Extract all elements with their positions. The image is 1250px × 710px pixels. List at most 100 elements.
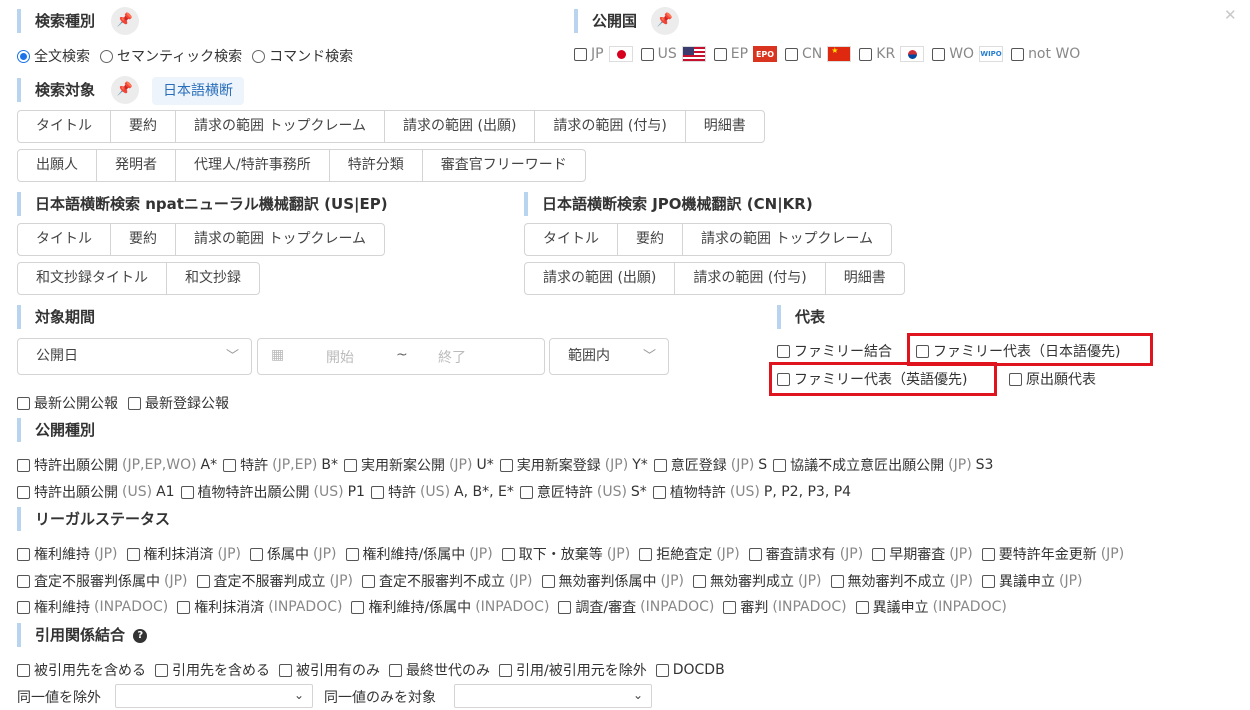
checkbox[interactable] [713, 47, 727, 61]
legal-status-checkbox[interactable]: 拒絶査定 (JP) [639, 544, 740, 564]
checkbox[interactable] [652, 485, 666, 499]
npat-field-button[interactable]: 和文抄録 [167, 263, 259, 294]
checkbox[interactable] [773, 458, 787, 472]
legal-status-checkbox[interactable]: 査定不服審判成立 (JP) [196, 571, 353, 591]
pub-type-checkbox[interactable]: 実用新案登録 (JP) Y* [499, 455, 648, 475]
legal-status-checkbox[interactable]: 調査/審査 (INPADOC) [558, 597, 714, 617]
radio-button[interactable] [100, 49, 113, 63]
checkbox[interactable] [17, 663, 30, 677]
checkbox[interactable] [723, 600, 737, 614]
pub-type-checkbox[interactable]: 実用新案公開 (JP) U* [343, 455, 494, 475]
checkbox[interactable] [519, 485, 533, 499]
pub-type-checkbox[interactable]: 植物特許出願公開 (US) P1 [180, 482, 365, 502]
checkbox[interactable] [351, 600, 365, 614]
checkbox[interactable] [574, 47, 587, 61]
legal-status-checkbox[interactable]: 権利抹消済 (INPADOC) [177, 597, 342, 617]
family-merge-checkbox[interactable]: ファミリー結合 [777, 341, 892, 361]
citation-checkbox[interactable]: 被引用先を含める [17, 660, 146, 680]
legal-status-checkbox[interactable]: 権利維持 (JP) [17, 544, 118, 564]
country-checkbox-us[interactable]: US [640, 46, 706, 62]
latest-pub-checkbox[interactable]: 最新公開公報 [17, 393, 118, 413]
exclude-same-select[interactable]: ⌄ [115, 684, 313, 708]
country-checkbox-wo[interactable]: WO WIPO [932, 46, 1004, 62]
country-checkbox-kr[interactable]: KR [859, 46, 925, 62]
checkbox[interactable] [177, 600, 191, 614]
legal-status-checkbox[interactable]: 審判 (INPADOC) [723, 597, 847, 617]
latest-reg-checkbox[interactable]: 最新登録公報 [128, 393, 229, 413]
jpo-field-button[interactable]: 要約 [618, 224, 683, 255]
checkbox[interactable] [932, 47, 946, 61]
japanese-cross-tag[interactable]: 日本語横断 [152, 77, 244, 105]
family-rep-en-checkbox[interactable]: ファミリー代表（英語優先) [777, 369, 967, 389]
checkbox[interactable] [653, 458, 667, 472]
help-icon[interactable]: ? [133, 628, 148, 643]
start-date-input[interactable]: 開始 [326, 347, 354, 367]
checkbox[interactable] [362, 574, 375, 588]
legal-status-checkbox[interactable]: 権利維持/係属中 (INPADOC) [351, 597, 549, 617]
country-checkbox-not-wo[interactable]: not WO [1011, 46, 1080, 62]
country-checkbox-ep[interactable]: EP EPO [713, 46, 778, 62]
target-field-button[interactable]: 特許分類 [330, 150, 423, 181]
legal-status-checkbox[interactable]: 異議申立 (JP) [982, 571, 1083, 591]
legal-status-checkbox[interactable]: 権利維持 (INPADOC) [17, 597, 168, 617]
pub-type-checkbox[interactable]: 意匠特許 (US) S* [519, 482, 647, 502]
checkbox[interactable] [558, 600, 572, 614]
checkbox[interactable] [126, 547, 140, 561]
checkbox[interactable] [855, 600, 869, 614]
pub-type-checkbox[interactable]: 特許出願公開 (JP,EP,WO) A* [17, 455, 217, 475]
checkbox[interactable] [655, 663, 669, 677]
legal-status-checkbox[interactable]: 査定不服審判係属中 (JP) [17, 571, 188, 591]
target-field-button[interactable]: 代理人/特許事務所 [176, 150, 330, 181]
checkbox[interactable] [250, 547, 263, 561]
checkbox[interactable] [223, 458, 237, 472]
checkbox[interactable] [872, 547, 886, 561]
npat-field-button[interactable]: タイトル [18, 224, 111, 255]
target-field-button[interactable]: 請求の範囲 (出願) [385, 111, 536, 142]
date-range-input[interactable]: ▦ 開始 ~ 終了 [257, 338, 545, 375]
search-type-radio[interactable]: セマンティック検索 [100, 46, 242, 66]
checkbox[interactable] [17, 485, 30, 499]
citation-checkbox[interactable]: 引用先を含める [155, 660, 270, 680]
checkbox[interactable] [830, 574, 844, 588]
npat-field-button[interactable]: 和文抄録タイトル [18, 263, 167, 294]
jpo-field-button[interactable]: 請求の範囲 (出願) [525, 263, 676, 294]
checkbox[interactable] [180, 485, 194, 499]
checkbox[interactable] [17, 574, 30, 588]
checkbox[interactable] [982, 574, 995, 588]
checkbox[interactable] [499, 663, 512, 677]
country-checkbox-cn[interactable]: CN [785, 46, 852, 62]
target-field-button[interactable]: 要約 [111, 111, 176, 142]
pub-type-checkbox[interactable]: 特許出願公開 (US) A1 [17, 482, 175, 502]
checkbox[interactable] [1011, 47, 1025, 61]
legal-status-checkbox[interactable]: 早期審査 (JP) [872, 544, 973, 564]
legal-status-checkbox[interactable]: 査定不服審判不成立 (JP) [362, 571, 533, 591]
jpo-field-button[interactable]: 明細書 [826, 263, 904, 294]
target-field-button[interactable]: タイトル [18, 111, 111, 142]
only-same-select[interactable]: ⌄ [454, 684, 652, 708]
close-icon[interactable]: ✕ [1224, 6, 1237, 24]
citation-checkbox[interactable]: 被引用有のみ [279, 660, 380, 680]
checkbox[interactable] [981, 547, 995, 561]
legal-status-checkbox[interactable]: 取下・放棄等 (JP) [501, 544, 630, 564]
country-checkbox-jp[interactable]: JP [574, 46, 633, 62]
radio-button[interactable] [252, 49, 266, 63]
target-field-button[interactable]: 請求の範囲 (付与) [535, 111, 686, 142]
target-field-button[interactable]: 請求の範囲 トップクレーム [176, 111, 386, 142]
pub-type-checkbox[interactable]: 意匠登録 (JP) S [653, 455, 767, 475]
original-rep-checkbox[interactable]: 原出願代表 [1009, 369, 1096, 389]
target-field-button[interactable]: 出願人 [18, 150, 97, 181]
end-date-input[interactable]: 終了 [438, 347, 466, 367]
checkbox[interactable] [748, 547, 762, 561]
legal-status-checkbox[interactable]: 要特許年金更新 (JP) [981, 544, 1124, 564]
checkbox[interactable] [501, 547, 515, 561]
checkbox[interactable] [370, 485, 384, 499]
checkbox[interactable] [17, 458, 30, 472]
checkbox[interactable] [345, 547, 359, 561]
checkbox[interactable] [196, 574, 210, 588]
jpo-field-button[interactable]: 請求の範囲 (付与) [675, 263, 826, 294]
search-type-radio[interactable]: コマンド検索 [252, 46, 353, 66]
pub-type-checkbox[interactable]: 特許 (JP,EP) B* [223, 455, 338, 475]
checkbox[interactable] [639, 547, 653, 561]
citation-checkbox[interactable]: DOCDB [655, 662, 725, 678]
legal-status-checkbox[interactable]: 権利抹消済 (JP) [126, 544, 241, 564]
